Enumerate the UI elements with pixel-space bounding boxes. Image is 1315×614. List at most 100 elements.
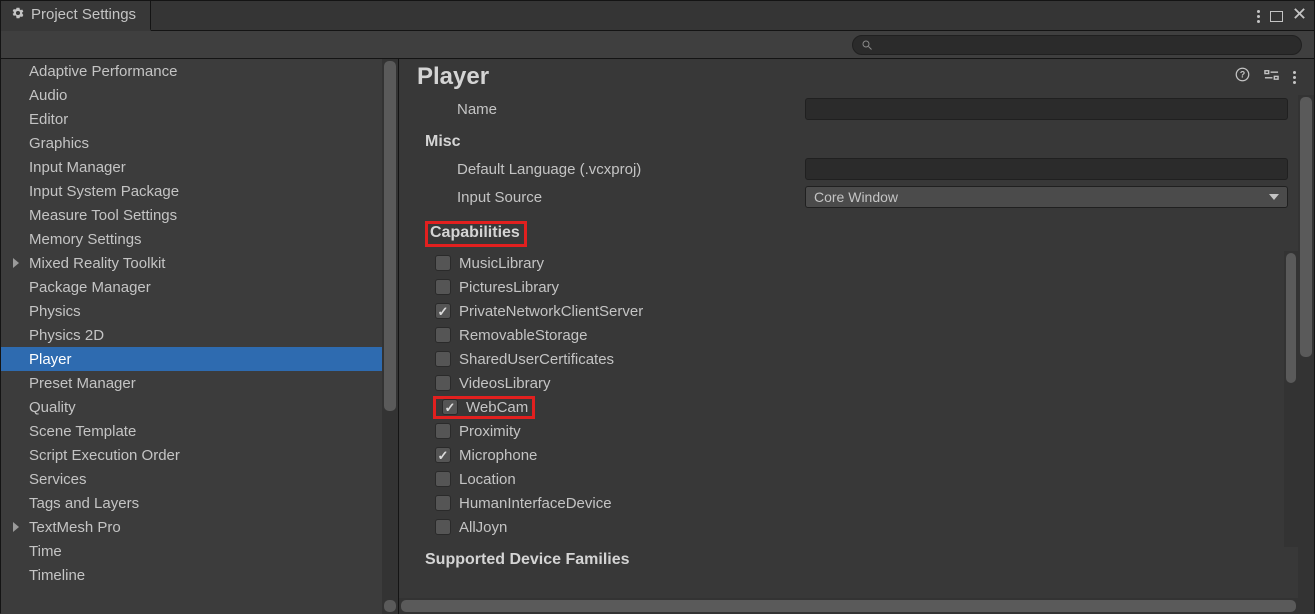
content-panel: Player ? Name Misc Default Language (.vc… [399, 59, 1314, 614]
capability-label: PrivateNetworkClientServer [459, 303, 643, 320]
capability-sharedusercertificates[interactable]: SharedUserCertificates [425, 347, 1282, 371]
checkbox[interactable] [435, 375, 451, 391]
sidebar-item-label: TextMesh Pro [29, 519, 121, 536]
sidebar-item-label: Physics 2D [29, 327, 104, 344]
sidebar-item-script-execution-order[interactable]: Script Execution Order [1, 443, 398, 467]
sidebar-item-label: Time [29, 543, 62, 560]
capability-label: SharedUserCertificates [459, 351, 614, 368]
sidebar-item-label: Scene Template [29, 423, 136, 440]
sidebar-item-label: Preset Manager [29, 375, 136, 392]
checkbox[interactable] [435, 495, 451, 511]
close-icon[interactable] [1293, 7, 1306, 25]
maximize-icon[interactable] [1270, 11, 1283, 22]
capability-label: Microphone [459, 447, 537, 464]
sidebar-item-label: Tags and Layers [29, 495, 139, 512]
vdots-icon[interactable] [1257, 10, 1260, 23]
checkbox[interactable] [435, 303, 451, 319]
sidebar-item-measure-tool-settings[interactable]: Measure Tool Settings [1, 203, 398, 227]
sidebar-item-input-manager[interactable]: Input Manager [1, 155, 398, 179]
svg-text:?: ? [1240, 70, 1245, 80]
name-label: Name [425, 101, 805, 118]
sidebar-item-memory-settings[interactable]: Memory Settings [1, 227, 398, 251]
sidebar-item-player[interactable]: Player [1, 347, 398, 371]
input-source-select[interactable]: Core Window [805, 186, 1288, 208]
default-lang-field[interactable] [805, 158, 1288, 180]
sidebar-item-editor[interactable]: Editor [1, 107, 398, 131]
capability-webcam[interactable]: WebCam [425, 395, 1282, 419]
sidebar-item-timeline[interactable]: Timeline [1, 563, 398, 587]
checkbox[interactable] [435, 471, 451, 487]
capability-pictureslibrary[interactable]: PicturesLibrary [425, 275, 1282, 299]
sidebar-item-label: Package Manager [29, 279, 151, 296]
checkbox[interactable] [435, 351, 451, 367]
chevron-right-icon [13, 522, 19, 532]
capability-privatenetworkclientserver[interactable]: PrivateNetworkClientServer [425, 299, 1282, 323]
checkbox[interactable] [435, 423, 451, 439]
sidebar-item-input-system-package[interactable]: Input System Package [1, 179, 398, 203]
scrollbar-down[interactable] [384, 600, 396, 612]
sidebar-item-label: Quality [29, 399, 76, 416]
sidebar-item-textmesh-pro[interactable]: TextMesh Pro [1, 515, 398, 539]
capability-videoslibrary[interactable]: VideosLibrary [425, 371, 1282, 395]
gear-icon [11, 6, 25, 24]
checkbox[interactable] [435, 447, 451, 463]
checkbox[interactable] [435, 279, 451, 295]
capability-location[interactable]: Location [425, 467, 1282, 491]
sidebar-item-time[interactable]: Time [1, 539, 398, 563]
sidebar-item-physics[interactable]: Physics [1, 299, 398, 323]
capability-label: AllJoyn [459, 519, 507, 536]
capability-alljoyn[interactable]: AllJoyn [425, 515, 1282, 539]
sidebar-item-graphics[interactable]: Graphics [1, 131, 398, 155]
help-icon[interactable]: ? [1235, 67, 1250, 87]
sidebar-item-label: Editor [29, 111, 68, 128]
preset-icon[interactable] [1264, 67, 1279, 87]
capability-label: VideosLibrary [459, 375, 550, 392]
sidebar-item-audio[interactable]: Audio [1, 83, 398, 107]
sidebar-scrollbar[interactable] [382, 59, 398, 614]
content-hscrollbar[interactable] [399, 598, 1298, 614]
sidebar-item-tags-and-layers[interactable]: Tags and Layers [1, 491, 398, 515]
content-scrollbar[interactable] [1298, 95, 1314, 614]
search-row [1, 31, 1314, 59]
caps-scrollbar[interactable] [1284, 251, 1298, 547]
capability-proximity[interactable]: Proximity [425, 419, 1282, 443]
capability-label: MusicLibrary [459, 255, 544, 272]
default-lang-label: Default Language (.vcxproj) [425, 161, 805, 178]
sidebar-item-physics-2d[interactable]: Physics 2D [1, 323, 398, 347]
sidebar-item-label: Player [29, 351, 72, 368]
vdots-icon[interactable] [1293, 71, 1296, 84]
sidebar-item-services[interactable]: Services [1, 467, 398, 491]
sidebar-item-label: Graphics [29, 135, 89, 152]
scrollbar-thumb[interactable] [1286, 253, 1296, 383]
chevron-down-icon [1269, 194, 1279, 200]
scrollbar-thumb[interactable] [401, 600, 1296, 612]
scrollbar-thumb[interactable] [1300, 97, 1312, 357]
tab-project-settings[interactable]: Project Settings [1, 1, 151, 31]
sidebar-item-adaptive-performance[interactable]: Adaptive Performance [1, 59, 398, 83]
search-input[interactable] [852, 35, 1302, 55]
sidebar-item-quality[interactable]: Quality [1, 395, 398, 419]
sidebar-item-preset-manager[interactable]: Preset Manager [1, 371, 398, 395]
capability-musiclibrary[interactable]: MusicLibrary [425, 251, 1282, 275]
capability-label: Location [459, 471, 516, 488]
misc-section: Misc [425, 133, 1298, 151]
capability-microphone[interactable]: Microphone [425, 443, 1282, 467]
sidebar-item-label: Adaptive Performance [29, 63, 177, 80]
capability-label: Proximity [459, 423, 521, 440]
capability-humaninterfacedevice[interactable]: HumanInterfaceDevice [425, 491, 1282, 515]
scrollbar-thumb[interactable] [384, 61, 396, 411]
checkbox[interactable] [435, 255, 451, 271]
sidebar-item-package-manager[interactable]: Package Manager [1, 275, 398, 299]
checkbox[interactable] [435, 519, 451, 535]
sidebar-item-label: Script Execution Order [29, 447, 180, 464]
input-source-label: Input Source [425, 189, 805, 206]
chevron-right-icon [13, 258, 19, 268]
name-field[interactable] [805, 98, 1288, 120]
capability-removablestorage[interactable]: RemovableStorage [425, 323, 1282, 347]
sidebar-item-label: Physics [29, 303, 81, 320]
sidebar-item-label: Timeline [29, 567, 85, 584]
checkbox[interactable] [435, 327, 451, 343]
sidebar-item-mixed-reality-toolkit[interactable]: Mixed Reality Toolkit [1, 251, 398, 275]
checkbox[interactable] [442, 399, 458, 415]
sidebar-item-scene-template[interactable]: Scene Template [1, 419, 398, 443]
